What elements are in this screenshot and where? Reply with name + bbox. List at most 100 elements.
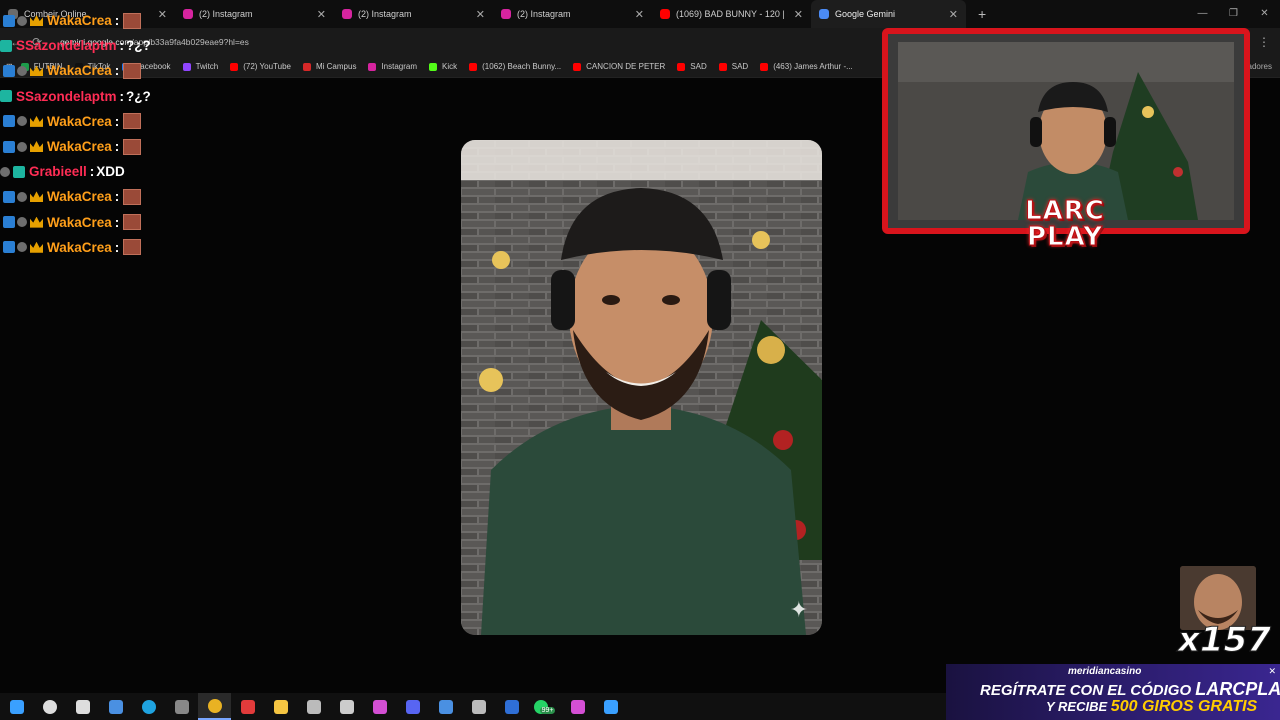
app7-icon[interactable] (495, 693, 528, 720)
chat-badge-icon (30, 241, 43, 253)
chat-username[interactable]: WakaCrea (47, 13, 112, 28)
chat-emote-icon (123, 12, 142, 29)
bookmark-favicon-icon (368, 62, 377, 71)
more-bookmarks[interactable]: adores (1248, 62, 1272, 71)
notification-badge: 99+ (539, 707, 556, 714)
maximize-icon[interactable]: ❐ (1218, 0, 1249, 28)
chat-badge-icon (0, 90, 12, 103)
bookmark-item[interactable]: Kick (429, 62, 457, 71)
bookmark-item[interactable]: SAD (718, 62, 748, 71)
chat-emote-icon (123, 188, 142, 205)
close-window-icon[interactable]: ✕ (1249, 0, 1280, 28)
bookmark-item[interactable]: Instagram (368, 62, 417, 71)
chat-emote-icon (123, 62, 142, 79)
app8-icon[interactable] (561, 693, 594, 720)
chat-text: ?¿? (126, 38, 151, 54)
chat-username[interactable]: SSazondelaptm (16, 89, 117, 104)
bookmark-item[interactable]: SAD (677, 62, 707, 71)
bookmark-item[interactable]: (463) James Arthur -... (760, 62, 853, 71)
tab-close-icon[interactable]: ✕ (949, 8, 958, 21)
taskbar-glyph (240, 699, 255, 714)
bookmark-favicon-icon (573, 62, 582, 71)
chat-separator: : (114, 239, 120, 255)
tab-4[interactable]: (1069) BAD BUNNY - 120 | EL U ✕ (652, 0, 811, 28)
bookmark-item[interactable]: (1062) Beach Bunny... (469, 62, 561, 71)
taskbar-glyph (174, 699, 189, 714)
bookmark-item[interactable]: Mi Campus (302, 62, 356, 71)
tab-5[interactable]: Google Gemini ✕ (811, 0, 966, 28)
windows-start-icon[interactable] (0, 693, 33, 720)
chat-emote-icon (123, 113, 142, 130)
app-icon[interactable] (165, 693, 198, 720)
tab-favicon-icon (501, 9, 511, 19)
app3-icon[interactable] (330, 693, 363, 720)
taskbar-glyph (339, 699, 354, 714)
tab-label: (2) Instagram (517, 9, 571, 19)
chat-text: ?¿? (126, 88, 151, 104)
bookmark-favicon-icon (302, 62, 311, 71)
chat-badge-icon (17, 15, 27, 26)
channel-logo: LARC PLAY (985, 192, 1145, 256)
chat-badge-icon (3, 14, 15, 27)
chat-message: WakaCrea: (0, 235, 240, 260)
chat-separator: : (114, 214, 120, 230)
taskbar-glyph (306, 699, 321, 714)
generated-image[interactable]: ✦ (461, 140, 822, 635)
window-controls: — ❐ ✕ (1187, 0, 1280, 28)
chat-username[interactable]: SSazondelaptm (16, 38, 117, 53)
app5-icon[interactable] (396, 693, 429, 720)
bookmark-favicon-icon (469, 62, 478, 71)
logo-line2: PLAY (1026, 222, 1104, 252)
banner-close-icon[interactable]: ✕ (1268, 666, 1276, 677)
chat-separator: : (114, 63, 120, 79)
app4-icon[interactable] (363, 693, 396, 720)
bookmark-label: (1062) Beach Bunny... (482, 62, 562, 71)
whatsapp-icon[interactable]: 99+ (528, 693, 561, 720)
banner-register-text: REGÍTRATE CON EL CÓDIGO (980, 682, 1192, 699)
chat-username[interactable]: WakaCrea (47, 189, 112, 204)
edge-icon[interactable] (132, 693, 165, 720)
task-view-icon[interactable] (66, 693, 99, 720)
tab-close-icon[interactable]: ✕ (635, 8, 644, 21)
chat-badge-icon (30, 65, 43, 77)
file-explorer-icon[interactable] (264, 693, 297, 720)
search-icon[interactable] (33, 693, 66, 720)
chat-username[interactable]: WakaCrea (47, 63, 112, 78)
app2-icon[interactable] (297, 693, 330, 720)
calculator-icon[interactable] (429, 693, 462, 720)
chat-separator: : (114, 13, 120, 29)
tab-label: Google Gemini (835, 9, 896, 19)
chat-separator: : (119, 38, 125, 54)
menu-icon[interactable]: ⋮ (1258, 35, 1270, 49)
tab-3[interactable]: (2) Instagram ✕ (493, 0, 652, 28)
tab-close-icon[interactable]: ✕ (317, 8, 326, 21)
new-tab-button[interactable]: + (978, 6, 986, 22)
bookmark-item[interactable]: CANCION DE PETER (573, 62, 665, 71)
app6-icon[interactable] (462, 693, 495, 720)
selfie-photo (461, 140, 822, 635)
chat-badge-icon (30, 141, 43, 153)
chat-username[interactable]: WakaCrea (47, 139, 112, 154)
media-app-icon[interactable] (231, 693, 264, 720)
sponsor-banner[interactable]: meridiancasino REGÍTRATE CON EL CÓDIGO L… (946, 664, 1280, 720)
taskbar-glyph (603, 699, 618, 714)
tab-close-icon[interactable]: ✕ (476, 8, 485, 21)
app9-icon[interactable] (594, 693, 627, 720)
minimize-icon[interactable]: — (1187, 0, 1218, 28)
store-icon[interactable] (99, 693, 132, 720)
chat-separator: : (114, 139, 120, 155)
chat-text: XDD (96, 164, 125, 180)
tab-close-icon[interactable]: ✕ (794, 8, 803, 21)
chrome-icon[interactable] (198, 693, 231, 720)
taskbar-glyph (9, 699, 24, 714)
chat-username[interactable]: WakaCrea (47, 240, 112, 255)
chat-badge-icon (30, 191, 43, 203)
taskbar-glyph (273, 699, 288, 714)
chat-username[interactable]: WakaCrea (47, 215, 112, 230)
sponsor-brand: meridiancasino (1068, 666, 1142, 677)
taskbar-glyph (504, 699, 519, 714)
tab-2[interactable]: (2) Instagram ✕ (334, 0, 493, 28)
chat-username[interactable]: WakaCrea (47, 114, 112, 129)
chat-username[interactable]: Grabieell (29, 164, 87, 179)
bookmark-favicon-icon (677, 62, 686, 71)
